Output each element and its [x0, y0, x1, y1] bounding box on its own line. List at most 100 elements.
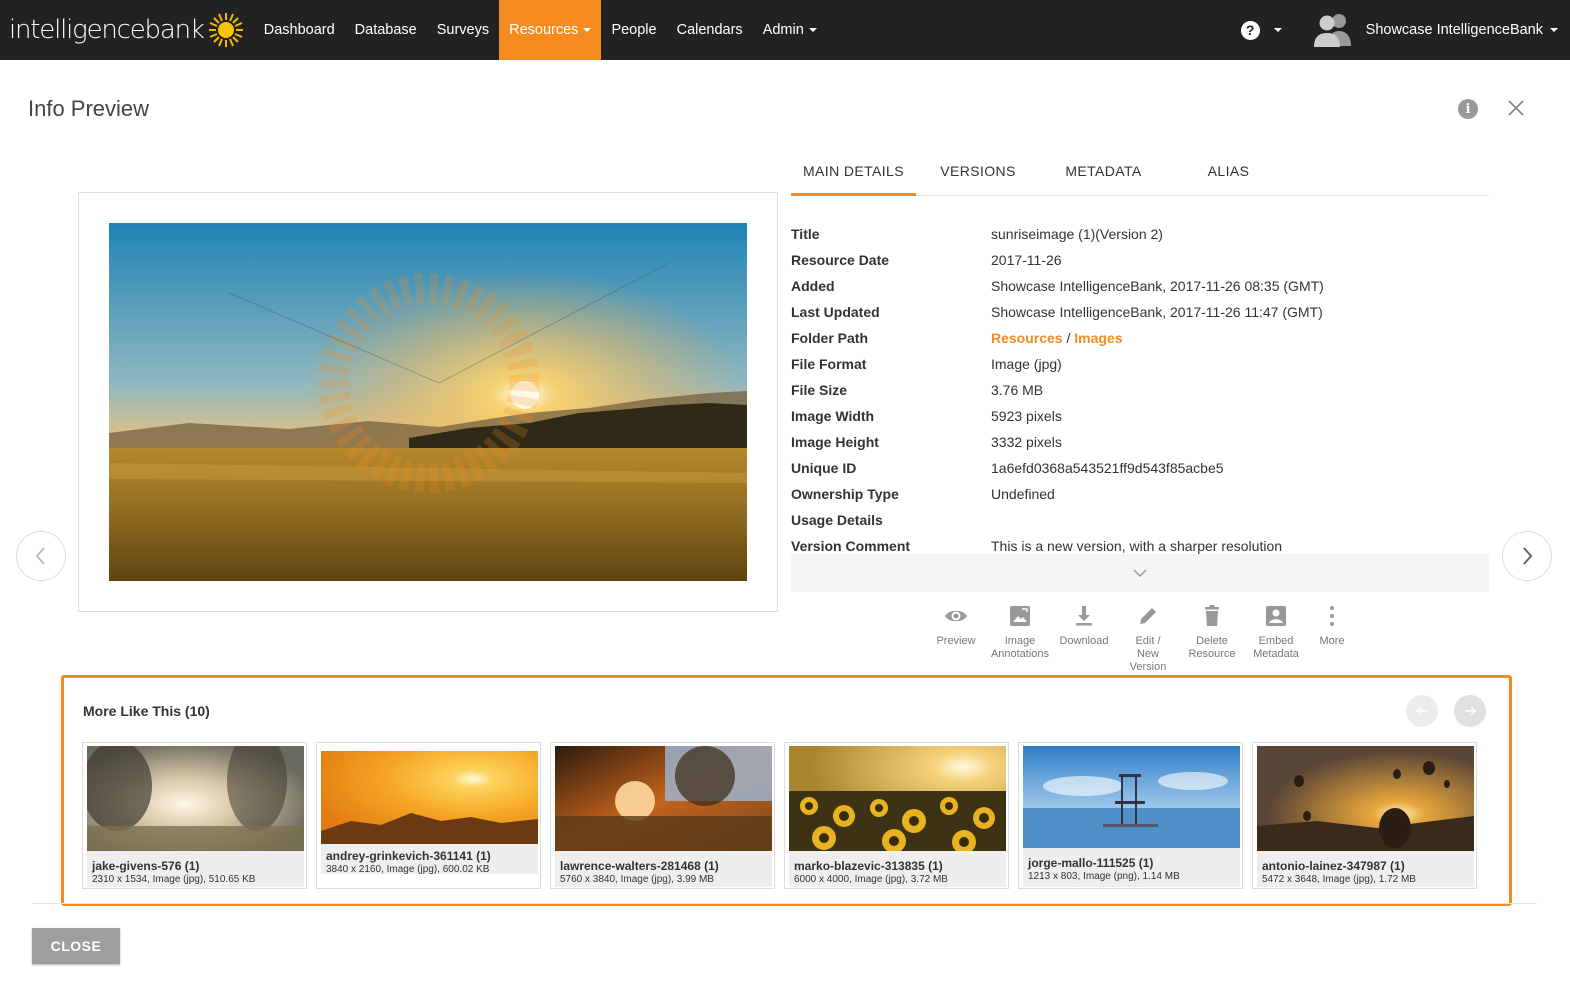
preview-panel	[78, 192, 778, 612]
previous-resource-button[interactable]	[16, 531, 66, 581]
similar-resource-thumbnail	[789, 746, 1006, 851]
trash-icon	[1205, 605, 1219, 626]
nav-people[interactable]: People	[601, 0, 666, 60]
tab-main-details[interactable]: MAIN DETAILS	[791, 152, 916, 196]
more-actions-label: More	[1319, 635, 1345, 647]
edit-new-version-action-label: Edit / New Version	[1129, 635, 1167, 673]
preview-image[interactable]	[109, 223, 747, 581]
brand-logo[interactable]: intelligencebank	[9, 0, 244, 60]
user-group-avatar-icon	[1313, 14, 1351, 47]
folder-path: Resources / Images	[991, 330, 1123, 346]
similar-resource-caption: marko-blazevic-313835 (1) 6000 x 4000, I…	[789, 851, 1006, 887]
similar-resource-name: antonio-lainez-347987 (1)	[1262, 859, 1405, 873]
detail-row: Last Updated Showcase IntelligenceBank, 2…	[791, 302, 1489, 328]
nav-dashboard[interactable]: Dashboard	[254, 0, 345, 60]
nav-calendars[interactable]: Calendars	[667, 0, 753, 60]
detail-row: Added Showcase IntelligenceBank, 2017-11-…	[791, 276, 1489, 302]
tab-alias[interactable]: ALIAS	[1191, 152, 1266, 196]
similar-resource-card[interactable]: jake-givens-576 (1) 2310 x 1534, Image (…	[82, 742, 307, 889]
close-icon[interactable]	[1506, 98, 1526, 118]
footer-divider	[32, 903, 1537, 904]
similar-resource-thumbnail	[1257, 746, 1474, 851]
detail-label: Last Updated	[791, 304, 880, 320]
similar-resource-caption: lawrence-walters-281468 (1) 5760 x 3840,…	[555, 851, 772, 887]
detail-row: Ownership Type Undefined	[791, 484, 1489, 510]
detail-value: Undefined	[991, 486, 1055, 502]
detail-value: 5923 pixels	[991, 408, 1062, 424]
nav-surveys[interactable]: Surveys	[427, 0, 499, 60]
more-like-this-next-button[interactable]	[1454, 695, 1486, 727]
similar-resource-card[interactable]: marko-blazevic-313835 (1) 6000 x 4000, I…	[784, 742, 1009, 889]
tab-main-details-label: MAIN DETAILS	[802, 163, 904, 179]
caret-down-icon	[1273, 28, 1282, 32]
detail-row: Resource Date 2017-11-26	[791, 250, 1489, 276]
tab-metadata[interactable]: METADATA	[1056, 152, 1151, 196]
more-like-this-prev-button[interactable]	[1406, 695, 1438, 727]
close-button[interactable]: CLOSE	[32, 928, 120, 964]
detail-value: 3332 pixels	[991, 434, 1062, 450]
similar-resource-card[interactable]: jorge-mallo-111525 (1) 1213 x 803, Image…	[1018, 742, 1243, 889]
question-circle-icon: ?	[1240, 20, 1260, 40]
folder-path-folder-link[interactable]: Images	[1074, 330, 1122, 346]
more-like-this-title: More Like This (10)	[83, 703, 210, 719]
folder-path-root-link[interactable]: Resources	[991, 330, 1063, 346]
similar-resource-caption: jake-givens-576 (1) 2310 x 1534, Image (…	[87, 851, 304, 887]
detail-label: Folder Path	[791, 330, 869, 346]
delete-resource-action-label: Delete Resource	[1188, 635, 1236, 660]
image-annotations-action-button[interactable]: Image Annotations	[988, 604, 1052, 661]
nav-calendars-label: Calendars	[676, 22, 743, 38]
similar-resource-card[interactable]: lawrence-walters-281468 (1) 5760 x 3840,…	[550, 742, 775, 889]
detail-row: Title sunriseimage (1)(Version 2)	[791, 224, 1489, 250]
main-nav: Dashboard Database Surveys Resources Peo…	[254, 0, 827, 60]
nav-resources[interactable]: Resources	[499, 0, 602, 60]
chevron-left-icon	[35, 547, 45, 565]
similar-resource-meta: 2310 x 1534, Image (jpg), 510.65 KB	[92, 874, 256, 885]
tab-versions-label: VERSIONS	[940, 163, 1016, 179]
info-icon[interactable]: i	[1458, 99, 1478, 119]
chevron-down-icon	[1133, 569, 1147, 577]
tab-versions[interactable]: VERSIONS	[933, 152, 1023, 196]
nav-database[interactable]: Database	[345, 0, 427, 60]
nav-admin[interactable]: Admin	[753, 0, 827, 60]
resource-actions: Preview Image Annotations Download Edit …	[0, 604, 1570, 674]
brand-logo-text: intelligencebank	[9, 15, 205, 45]
help-menu-button[interactable]: ?	[1240, 20, 1282, 40]
delete-resource-action-button[interactable]: Delete Resource	[1180, 604, 1244, 661]
detail-label: Unique ID	[791, 460, 857, 476]
download-action-button[interactable]: Download	[1052, 604, 1116, 648]
detail-value: This is a new version, with a sharper re…	[991, 538, 1283, 554]
detail-row: Image Width 5923 pixels	[791, 406, 1489, 432]
similar-resource-name: jorge-mallo-111525 (1)	[1028, 856, 1154, 870]
detail-row: File Size 3.76 MB	[791, 380, 1489, 406]
detail-label: Usage Details	[791, 512, 883, 528]
embed-metadata-action-button[interactable]: Embed Metadata	[1244, 604, 1308, 661]
similar-resource-thumbnail	[321, 751, 538, 844]
detail-label: Ownership Type	[791, 486, 899, 502]
edit-new-version-action-button[interactable]: Edit / New Version	[1116, 604, 1180, 674]
nav-right: ? Showcase IntelligenceBank	[1240, 0, 1570, 60]
caret-down-icon	[583, 28, 592, 32]
embed-metadata-action-label: Embed Metadata	[1253, 635, 1299, 660]
user-menu-button[interactable]: Showcase IntelligenceBank	[1312, 12, 1558, 48]
modal-title: Info Preview	[28, 96, 150, 121]
detail-label: Version Comment	[791, 538, 911, 554]
similar-resource-card[interactable]: antonio-lainez-347987 (1) 5472 x 3648, I…	[1252, 742, 1477, 889]
preview-action-label: Preview	[936, 635, 976, 647]
similar-resource-meta: 3840 x 2160, Image (jpg), 600.02 KB	[326, 864, 490, 875]
nav-database-label: Database	[354, 22, 417, 38]
image-annotation-icon	[1010, 606, 1030, 626]
expand-details-button[interactable]	[791, 554, 1489, 592]
similar-resource-name: jake-givens-576 (1)	[92, 859, 200, 873]
similar-resource-meta: 5760 x 3840, Image (jpg), 3.99 MB	[560, 874, 714, 885]
next-resource-button[interactable]	[1502, 531, 1552, 581]
caret-down-icon	[1550, 28, 1558, 32]
download-action-label: Download	[1059, 635, 1109, 647]
detail-value: 1a6efd0368a543521ff9d543f85acbe5	[991, 460, 1224, 476]
chevron-right-icon	[1523, 547, 1533, 565]
detail-row-folder-path: Folder Path Resources / Images	[791, 328, 1489, 354]
more-actions-button[interactable]: More	[1300, 604, 1364, 648]
similar-resource-card[interactable]: andrey-grinkevich-361141 (1) 3840 x 2160…	[316, 742, 541, 889]
preview-action-button[interactable]: Preview	[924, 604, 988, 648]
detail-label: Image Width	[791, 408, 875, 424]
detail-label: Added	[791, 278, 835, 294]
